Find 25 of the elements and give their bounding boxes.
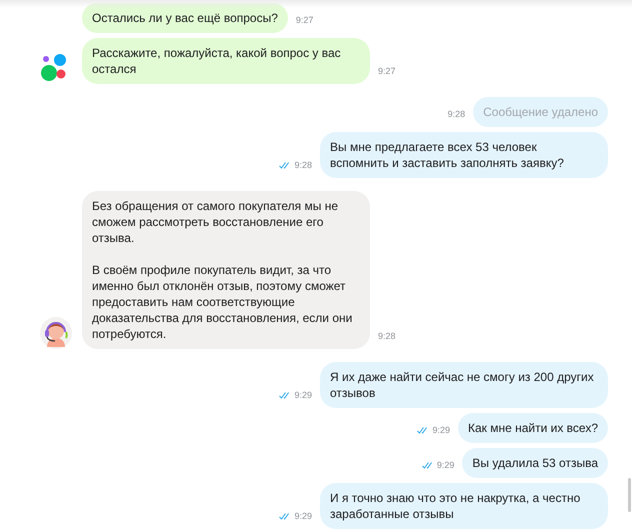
message-time: 9:27 xyxy=(296,15,314,25)
support-agent-icon xyxy=(40,317,72,349)
message-time: 9:28 xyxy=(294,160,312,170)
message-time: 9:29 xyxy=(294,511,312,521)
double-check-icon xyxy=(422,462,434,468)
message-bubble: Расскажите, пожалуйста, какой вопрос у вас остался xyxy=(82,38,370,84)
message-time: 9:29 xyxy=(432,425,450,435)
message-bubble: Вы мне предлагаете всех 53 человек вспомнить и заставить заполнять заявку? xyxy=(320,132,608,178)
message-time: 9:28 xyxy=(378,331,396,341)
message-time: 9:28 xyxy=(448,109,466,119)
double-check-icon xyxy=(279,162,292,168)
scrollbar-thumb[interactable] xyxy=(628,478,631,512)
message-time: 9:29 xyxy=(294,390,312,400)
message-time: 9:29 xyxy=(436,460,454,470)
message-bubble: Как мне найти их всех? xyxy=(458,413,608,443)
message-bubble: Остались ли у вас ещё вопросы? xyxy=(82,3,288,33)
double-check-icon xyxy=(279,512,292,520)
message-bubble: Вы удалила 53 отзыва xyxy=(462,448,608,478)
deleted-message-bubble: Сообщение удалено xyxy=(473,97,608,127)
message-bubble: Я их даже найти сейчас не смогу из 200 других отзывов xyxy=(320,362,608,408)
message-bubble: И я точно знаю что это не накрутка, а честно заработанные отзывы xyxy=(320,483,608,529)
message-bubble: Без обращения от самого покупателя мы не сможем рассмотреть восстановление его отзыва. В своём профиле покупатель видит, за что именно был отклонён отзыв, поэтому сможет предоставить нам соответствующие доказательства для восстановления, если они потребуются. xyxy=(82,191,370,349)
double-check-icon xyxy=(417,426,430,434)
double-check-icon xyxy=(279,392,292,398)
message-time: 9:27 xyxy=(378,66,396,76)
